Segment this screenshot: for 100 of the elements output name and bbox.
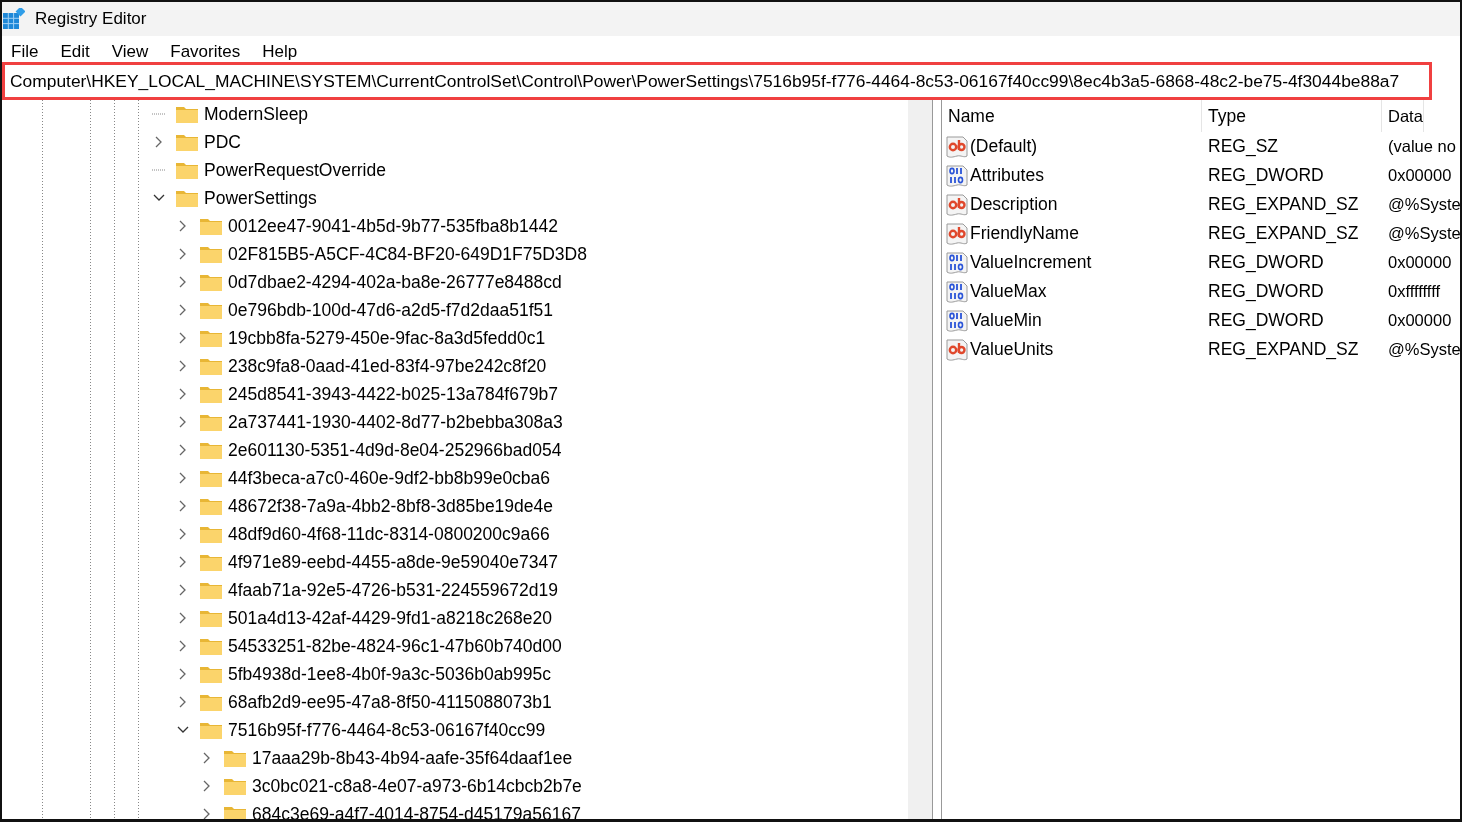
tree-item[interactable]: 0e796bdb-100d-47d6-a2d5-f7d2daa51f51	[228, 299, 553, 321]
value-name[interactable]: (Default)	[970, 136, 1038, 157]
chevron-right-icon[interactable]	[155, 136, 163, 148]
tree-item[interactable]: 238c9fa8-0aad-41ed-83f4-97be242c8f20	[228, 355, 547, 377]
chevron-right-icon[interactable]	[179, 248, 187, 260]
folder-icon	[200, 553, 222, 571]
menu-item[interactable]: Favorites	[170, 42, 241, 62]
chevron-down-icon[interactable]	[177, 726, 189, 734]
tree-item[interactable]: 68afb2d9-ee95-47a8-8f50-4115088073b1	[228, 691, 552, 713]
value-name[interactable]: ValueUnits	[970, 339, 1054, 360]
folder-icon	[200, 217, 222, 235]
value-name[interactable]: ValueMax	[970, 281, 1047, 302]
chevron-right-icon[interactable]	[179, 528, 187, 540]
folder-icon	[200, 665, 222, 683]
tree-item[interactable]: 54533251-82be-4824-96c1-47b60b740d00	[228, 635, 562, 657]
tree-item[interactable]: PowerRequestOverride	[204, 159, 386, 181]
folder-icon	[200, 413, 222, 431]
tree-item[interactable]: 02F815B5-A5CF-4C84-BF20-649D1F75D3D8	[228, 243, 587, 265]
folder-icon	[200, 385, 222, 403]
tree-item[interactable]: 2e601130-5351-4d9d-8e04-252966bad054	[228, 439, 562, 461]
chevron-right-icon[interactable]	[179, 220, 187, 232]
chevron-right-icon[interactable]	[179, 556, 187, 568]
chevron-right-icon[interactable]	[179, 332, 187, 344]
scrollbar[interactable]	[908, 100, 933, 819]
column-header[interactable]: Name	[942, 100, 1202, 132]
folder-icon	[200, 273, 222, 291]
value-data: @%Syste	[1387, 224, 1460, 243]
chevron-right-icon[interactable]	[179, 668, 187, 680]
tree-item[interactable]: 44f3beca-a7c0-460e-9df2-bb8b99e0cba6	[228, 467, 551, 489]
tree-item[interactable]: 48df9d60-4f68-11dc-8314-0800200c9a66	[228, 523, 550, 545]
tree-item[interactable]: 17aaa29b-8b43-4b94-aafe-35f64daaf1ee	[252, 747, 573, 769]
chevron-right-icon[interactable]	[179, 640, 187, 652]
chevron-right-icon[interactable]	[203, 780, 211, 792]
value-name[interactable]: FriendlyName	[970, 223, 1079, 244]
value-data: @%Syste	[1387, 195, 1460, 214]
window-title: Registry Editor	[35, 9, 147, 29]
value-name[interactable]: Description	[970, 194, 1058, 215]
chevron-right-icon[interactable]	[179, 360, 187, 372]
folder-icon	[200, 245, 222, 263]
chevron-right-icon[interactable]	[179, 612, 187, 624]
menu-item[interactable]: Edit	[60, 42, 90, 62]
column-header[interactable]: Type	[1202, 100, 1382, 132]
address-bar[interactable]: Computer\HKEY_LOCAL_MACHINE\SYSTEM\CurrentControlSet\Control\Power\PowerSettings\7516b95f-f776-4464-8c53-06167f40cc99\8ec4b3a5-6868-48c2-be75-4f3044be88a7	[2, 62, 1432, 100]
chevron-right-icon[interactable]	[179, 472, 187, 484]
tree-item[interactable]: PowerSettings	[204, 187, 317, 209]
chevron-right-icon[interactable]	[179, 696, 187, 708]
tree-item[interactable]: 3c0bc021-c8a8-4e07-a973-6b14cbcb2b7e	[252, 775, 582, 797]
tree-item[interactable]: PDC	[204, 131, 241, 153]
chevron-right-icon[interactable]	[179, 444, 187, 456]
value-name[interactable]: ValueIncrement	[970, 252, 1092, 273]
folder-icon	[200, 329, 222, 347]
value-type: REG_DWORD	[1207, 310, 1325, 331]
folder-icon	[224, 805, 246, 819]
chevron-right-icon[interactable]	[179, 416, 187, 428]
tree-item[interactable]: 5fb4938d-1ee8-4b0f-9a3c-5036b0ab995c	[228, 663, 552, 685]
menu-item[interactable]: File	[11, 42, 39, 62]
value-type: REG_EXPAND_SZ	[1207, 339, 1360, 360]
tree-item[interactable]: 0012ee47-9041-4b5d-9b77-535fba8b1442	[228, 215, 558, 237]
folder-icon	[176, 133, 198, 151]
value-name[interactable]: ValueMin	[970, 310, 1042, 331]
value-name[interactable]: Attributes	[970, 165, 1044, 186]
tree-item[interactable]: 0d7dbae2-4294-402a-ba8e-26777e8488cd	[228, 271, 562, 293]
tree-item[interactable]: 4faab71a-92e5-4726-b531-224559672d19	[228, 579, 558, 601]
chevron-down-icon[interactable]	[153, 194, 165, 202]
tree-item[interactable]: 684c3e69-a4f7-4014-8754-d45179a56167	[252, 803, 581, 819]
chevron-right-icon[interactable]	[179, 276, 187, 288]
folder-icon	[200, 469, 222, 487]
value-data: 0x00000	[1387, 253, 1452, 272]
chevron-right-icon[interactable]	[179, 388, 187, 400]
tree-item[interactable]: 7516b95f-f776-4464-8c53-06167f40cc99	[228, 719, 546, 741]
app-icon	[3, 8, 25, 30]
chevron-right-icon[interactable]	[179, 500, 187, 512]
tree-item[interactable]: 19cbb8fa-5279-450e-9fac-8a3d5fedd0c1	[228, 327, 546, 349]
folder-icon	[224, 777, 246, 795]
value-type: REG_EXPAND_SZ	[1207, 223, 1360, 244]
tree-item[interactable]: 48672f38-7a9a-4bb2-8bf8-3d85be19de4e	[228, 495, 553, 517]
folder-icon	[176, 105, 198, 123]
folder-icon	[200, 497, 222, 515]
value-data: @%Syste	[1387, 340, 1460, 359]
menu-item[interactable]: Help	[262, 42, 298, 62]
folder-icon	[200, 693, 222, 711]
tree-item[interactable]: 245d8541-3943-4422-b025-13a784f679b7	[228, 383, 558, 405]
value-type: REG_DWORD	[1207, 281, 1325, 302]
tree-item[interactable]: 4f971e89-eebd-4455-a8de-9e59040e7347	[228, 551, 558, 573]
chevron-right-icon[interactable]	[203, 752, 211, 764]
folder-icon	[200, 609, 222, 627]
folder-icon	[200, 525, 222, 543]
chevron-right-icon[interactable]	[179, 584, 187, 596]
tree-item[interactable]: 501a4d13-42af-4429-9fd1-a8218c268e20	[228, 607, 553, 629]
chevron-right-icon[interactable]	[179, 304, 187, 316]
value-type: REG_DWORD	[1207, 252, 1325, 273]
chevron-right-icon[interactable]	[203, 808, 211, 819]
folder-icon	[200, 301, 222, 319]
folder-icon	[200, 357, 222, 375]
folder-icon	[224, 749, 246, 767]
tree-item[interactable]: 2a737441-1930-4402-8d77-b2bebba308a3	[228, 411, 563, 433]
tree-item[interactable]: ModernSleep	[204, 103, 309, 125]
value-type: REG_EXPAND_SZ	[1207, 194, 1360, 215]
menu-item[interactable]: View	[111, 42, 149, 62]
column-header[interactable]: Data	[1382, 100, 1424, 132]
